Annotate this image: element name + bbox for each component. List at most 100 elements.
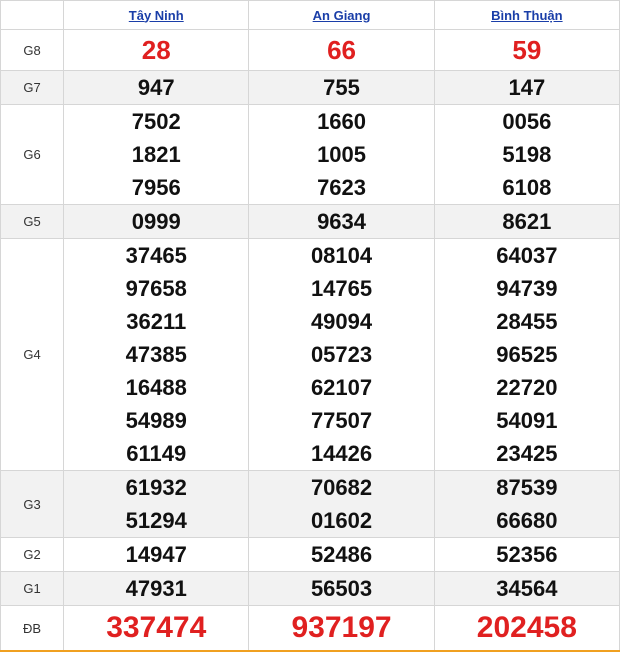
- special-prize-number: 937197: [291, 611, 392, 644]
- result-number: 61932: [125, 475, 187, 500]
- result-number: 08104: [310, 243, 373, 268]
- result-number: 05723: [310, 342, 373, 367]
- result-number: 52356: [496, 542, 558, 567]
- header-prize-cell: [0, 0, 65, 30]
- result-number: 14426: [310, 441, 373, 466]
- result-cell: 70682 01602: [248, 470, 435, 538]
- result-number: 7623: [317, 175, 367, 200]
- result-cell: 87539 66680: [433, 470, 621, 538]
- result-cell: 37465 97658 36211 47385 16488 54989 6114…: [63, 238, 250, 471]
- result-cell: 47931: [63, 571, 250, 606]
- result-number: 59: [512, 35, 542, 65]
- result-cell: 61932 51294: [63, 470, 250, 538]
- prize-label: G1: [0, 571, 65, 606]
- result-number: 01602: [310, 508, 373, 533]
- prize-row-g5: G5 0999 9634 8621: [0, 204, 621, 239]
- prize-label: G4: [0, 238, 65, 471]
- result-cell: 64037 94739 28455 96525 22720 54091 2342…: [433, 238, 621, 471]
- result-number: 1005: [317, 142, 367, 167]
- result-number: 96525: [496, 342, 558, 367]
- result-number: 7956: [131, 175, 181, 200]
- result-cell: 147: [433, 70, 621, 105]
- result-cell: 08104 14765 49094 05723 62107 77507 1442…: [248, 238, 435, 471]
- result-number: 70682: [310, 475, 373, 500]
- result-cell: 0999: [63, 204, 250, 239]
- result-cell: 755: [248, 70, 435, 105]
- result-number: 1821: [131, 142, 181, 167]
- result-cell: 66: [248, 29, 435, 71]
- result-cell: 34564: [433, 571, 621, 606]
- header-province-3: Bình Thuận: [433, 0, 621, 30]
- result-number: 51294: [125, 508, 187, 533]
- result-number: 49094: [310, 309, 373, 334]
- prize-label: G7: [0, 70, 65, 105]
- result-number: 37465: [125, 243, 187, 268]
- result-cell: 59: [433, 29, 621, 71]
- prize-row-special: ĐB 337474 937197 202458: [0, 605, 621, 652]
- result-number: 97658: [125, 276, 187, 301]
- result-number: 16488: [125, 375, 187, 400]
- result-number: 77507: [310, 408, 373, 433]
- result-cell: 52356: [433, 537, 621, 572]
- prize-row-g8: G8 28 66 59: [0, 29, 621, 71]
- result-number: 28455: [496, 309, 558, 334]
- result-number: 1660: [317, 109, 367, 134]
- prize-row-g7: G7 947 755 147: [0, 70, 621, 105]
- result-number: 54989: [125, 408, 187, 433]
- result-cell: 28: [63, 29, 250, 71]
- result-number: 47385: [125, 342, 187, 367]
- result-number: 56503: [310, 576, 373, 601]
- result-number: 8621: [502, 209, 552, 234]
- prize-label: G8: [0, 29, 65, 71]
- result-number: 52486: [310, 542, 373, 567]
- result-number: 755: [323, 75, 360, 100]
- prize-row-g2: G2 14947 52486 52356: [0, 537, 621, 572]
- result-number: 66680: [496, 508, 558, 533]
- result-number: 6108: [502, 175, 552, 200]
- prize-row-g4: G4 37465 97658 36211 47385 16488 54989 6…: [0, 238, 621, 471]
- prize-row-g1: G1 47931 56503 34564: [0, 571, 621, 606]
- prize-row-g3: G3 61932 51294 70682 01602 87539 66680: [0, 470, 621, 538]
- prize-label: G2: [0, 537, 65, 572]
- result-number: 94739: [496, 276, 558, 301]
- result-number: 87539: [496, 475, 558, 500]
- result-number: 147: [508, 75, 546, 100]
- result-cell: 8621: [433, 204, 621, 239]
- result-cell: 14947: [63, 537, 250, 572]
- prize-label: G5: [0, 204, 65, 239]
- result-cell: 9634: [248, 204, 435, 239]
- header-row: Tây Ninh An Giang Bình Thuận: [0, 0, 621, 30]
- result-number: 0999: [131, 209, 181, 234]
- result-number: 62107: [310, 375, 373, 400]
- header-province-2: An Giang: [248, 0, 435, 30]
- province-link-an-giang[interactable]: An Giang: [313, 8, 371, 23]
- prize-label: G6: [0, 104, 65, 205]
- result-number: 5198: [502, 142, 552, 167]
- result-number: 61149: [126, 441, 187, 466]
- result-number: 66: [327, 35, 356, 65]
- result-cell: 937197: [248, 605, 435, 652]
- prize-row-g6: G6 7502 1821 7956 1660 1005 7623 0056 51…: [0, 104, 621, 205]
- province-link-binh-thuan[interactable]: Bình Thuận: [491, 8, 563, 23]
- result-number: 47931: [125, 576, 187, 601]
- result-cell: 7502 1821 7956: [63, 104, 250, 205]
- prize-label: ĐB: [0, 605, 65, 652]
- result-number: 0056: [502, 109, 552, 134]
- result-number: 54091: [496, 408, 558, 433]
- special-prize-number: 337474: [106, 611, 207, 644]
- result-number: 14765: [310, 276, 373, 301]
- result-number: 64037: [496, 243, 558, 268]
- result-number: 23425: [496, 441, 558, 466]
- header-province-1: Tây Ninh: [63, 0, 250, 30]
- result-cell: 202458: [433, 605, 621, 652]
- result-number: 22720: [496, 375, 558, 400]
- result-number: 9634: [317, 209, 367, 234]
- province-link-tay-ninh[interactable]: Tây Ninh: [129, 8, 184, 23]
- result-cell: 0056 5198 6108: [433, 104, 621, 205]
- result-cell: 337474: [63, 605, 250, 652]
- special-prize-number: 202458: [476, 611, 577, 644]
- result-cell: 56503: [248, 571, 435, 606]
- result-cell: 947: [63, 70, 250, 105]
- result-number: 36211: [126, 309, 187, 334]
- result-number: 7502: [131, 109, 181, 134]
